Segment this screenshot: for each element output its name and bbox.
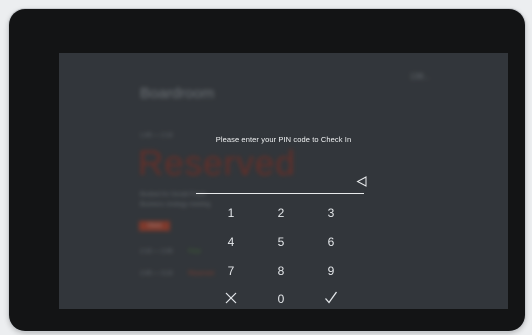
- key-1[interactable]: 1: [216, 203, 246, 223]
- pin-input[interactable]: [196, 173, 364, 194]
- pin-dialog: Please enter your PIN code to Check In 1…: [59, 53, 508, 309]
- key-3[interactable]: 3: [316, 203, 346, 223]
- backspace-triangle-icon[interactable]: [355, 175, 367, 187]
- key-7[interactable]: 7: [216, 261, 246, 281]
- key-0[interactable]: 0: [266, 289, 296, 309]
- key-6[interactable]: 6: [316, 232, 346, 252]
- key-4[interactable]: 4: [216, 232, 246, 252]
- checkmark-icon[interactable]: [316, 289, 346, 309]
- pin-prompt: Please enter your PIN code to Check In: [215, 135, 352, 144]
- key-8[interactable]: 8: [266, 261, 296, 281]
- key-9[interactable]: 9: [316, 261, 346, 281]
- key-5[interactable]: 5: [266, 232, 296, 252]
- room-display-screen: 138... Boardroom 1:45 — 2:15 Reserved Bo…: [59, 53, 508, 309]
- close-icon[interactable]: [216, 289, 246, 309]
- tablet-device: 138... Boardroom 1:45 — 2:15 Reserved Bo…: [9, 9, 525, 331]
- key-2[interactable]: 2: [266, 203, 296, 223]
